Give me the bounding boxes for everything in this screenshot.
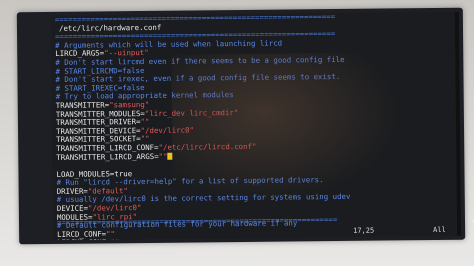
config-value: "/etc/lirc/lircd.conf" (158, 141, 257, 152)
cursor-position: 17,25 (353, 226, 375, 235)
scroll-indicator: All (433, 225, 446, 234)
config-value: "" (158, 151, 168, 161)
monitor: ========================================… (16, 7, 474, 245)
config-key: TRANSMITTER_LIRCD_ARGS= (56, 151, 159, 162)
vim-editor-buffer[interactable]: ========================================… (51, 12, 461, 240)
terminal-screen[interactable]: ========================================… (50, 11, 462, 240)
config-value: "lirc_dev lirc_cmdir" (144, 107, 239, 118)
text-cursor (167, 152, 173, 160)
